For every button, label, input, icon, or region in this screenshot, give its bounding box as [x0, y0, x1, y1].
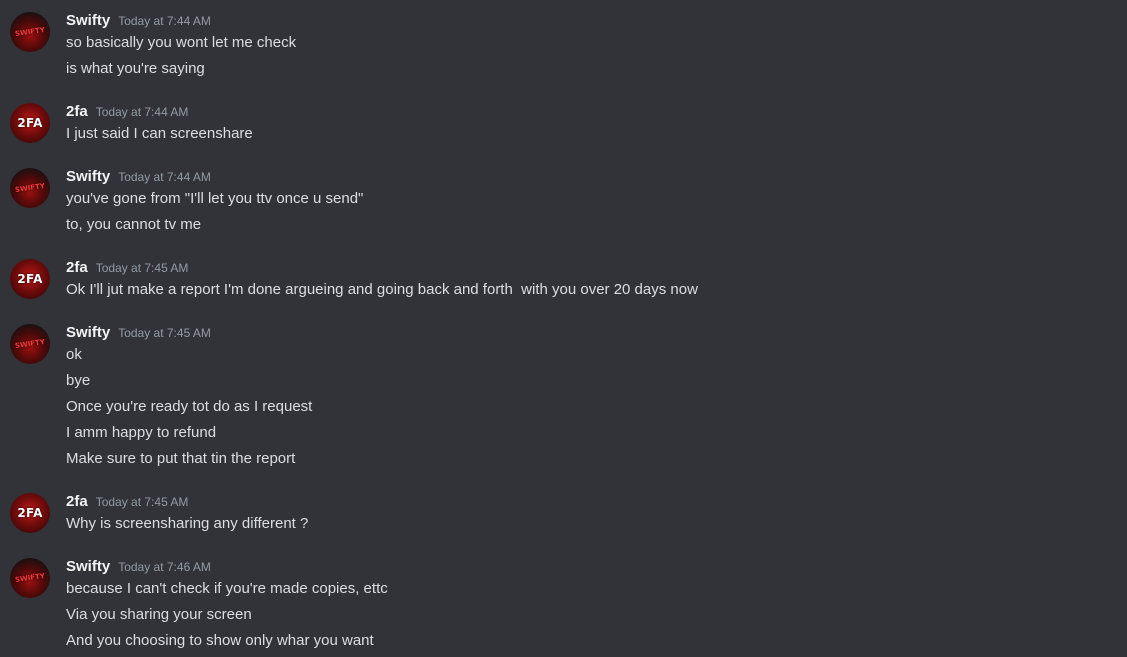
avatar[interactable]: 2FA — [10, 259, 50, 299]
author-name[interactable]: Swifty — [66, 558, 110, 575]
message-text: I just said I can screenshare — [66, 125, 253, 142]
message-header: 2fa Today at 7:45 AM — [66, 493, 188, 513]
message-text: ok — [66, 346, 82, 363]
message-text: is what you're saying — [66, 60, 205, 77]
avatar[interactable]: SWIFTY — [10, 168, 50, 208]
message-text: Ok I'll jut make a report I'm done argue… — [66, 281, 698, 298]
message-text: Why is screensharing any different ? — [66, 515, 309, 532]
message-header: Swifty Today at 7:46 AM — [66, 558, 211, 578]
message-text: Once you're ready tot do as I request — [66, 398, 313, 415]
timestamp[interactable]: Today at 7:44 AM — [118, 14, 211, 28]
avatar-label: SWIFTY — [14, 337, 46, 351]
timestamp[interactable]: Today at 7:45 AM — [96, 261, 189, 275]
message-header: Swifty Today at 7:44 AM — [66, 12, 211, 32]
message-group: SWIFTY Swifty Today at 7:44 AM you've go… — [0, 168, 1127, 238]
author-name[interactable]: Swifty — [66, 12, 110, 29]
avatar[interactable]: SWIFTY — [10, 12, 50, 52]
author-name[interactable]: 2fa — [66, 493, 88, 510]
avatar[interactable]: SWIFTY — [10, 558, 50, 598]
message-group: SWIFTY Swifty Today at 7:45 AM ok bye On… — [0, 324, 1127, 472]
avatar[interactable]: 2FA — [10, 103, 50, 143]
timestamp[interactable]: Today at 7:45 AM — [96, 495, 189, 509]
message-group: SWIFTY Swifty Today at 7:46 AM because I… — [0, 558, 1127, 656]
avatar-label: SWIFTY — [14, 571, 46, 585]
message-header: 2fa Today at 7:45 AM — [66, 259, 188, 279]
timestamp[interactable]: Today at 7:46 AM — [118, 560, 211, 574]
avatar[interactable]: SWIFTY — [10, 324, 50, 364]
message-text: because I can't check if you're made cop… — [66, 580, 388, 597]
avatar-label: 2FA — [17, 116, 43, 130]
message-text: I amm happy to refund — [66, 424, 217, 441]
avatar-label: 2FA — [17, 272, 43, 286]
author-name[interactable]: Swifty — [66, 168, 110, 185]
message-header: Swifty Today at 7:45 AM — [66, 324, 211, 344]
message-header: Swifty Today at 7:44 AM — [66, 168, 211, 188]
author-name[interactable]: 2fa — [66, 259, 88, 276]
message-text: so basically you wont let me check — [66, 34, 297, 51]
avatar-label: 2FA — [17, 506, 43, 520]
timestamp[interactable]: Today at 7:44 AM — [118, 170, 211, 184]
message-group: 2FA 2fa Today at 7:45 AM Why is screensh… — [0, 493, 1127, 537]
message-header: 2fa Today at 7:44 AM — [66, 103, 188, 123]
timestamp[interactable]: Today at 7:44 AM — [96, 105, 189, 119]
message-group: 2FA 2fa Today at 7:44 AM I just said I c… — [0, 103, 1127, 147]
message-text: Make sure to put that tin the report — [66, 450, 296, 467]
message-list: SWIFTY Swifty Today at 7:44 AM so basica… — [0, 0, 1127, 657]
message-text: And you choosing to show only whar you w… — [66, 632, 374, 649]
message-text: Via you sharing your screen — [66, 606, 252, 623]
message-group: 2FA 2fa Today at 7:45 AM Ok I'll jut mak… — [0, 259, 1127, 303]
author-name[interactable]: Swifty — [66, 324, 110, 341]
message-text: bye — [66, 372, 91, 389]
author-name[interactable]: 2fa — [66, 103, 88, 120]
avatar[interactable]: 2FA — [10, 493, 50, 533]
message-group: SWIFTY Swifty Today at 7:44 AM so basica… — [0, 12, 1127, 82]
timestamp[interactable]: Today at 7:45 AM — [118, 326, 211, 340]
avatar-label: SWIFTY — [14, 181, 46, 195]
avatar-label: SWIFTY — [14, 25, 46, 39]
message-text: to, you cannot tv me — [66, 216, 202, 233]
message-text: you've gone from "I'll let you ttv once … — [66, 190, 364, 207]
